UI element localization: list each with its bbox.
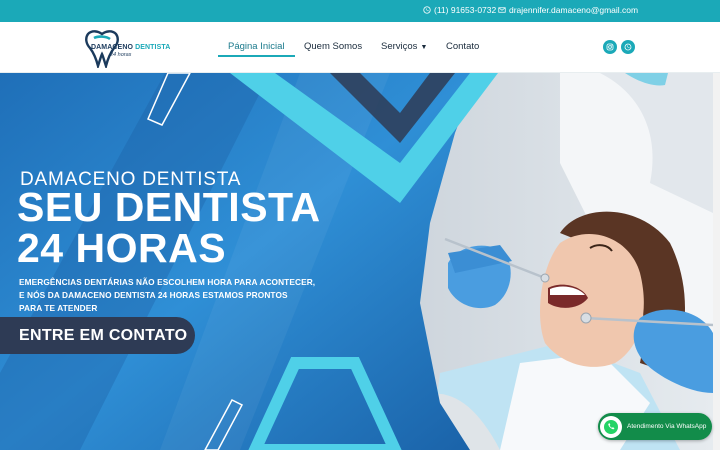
whatsapp-float-icon-wrap xyxy=(600,415,622,438)
nav-item-servicos-label: Serviços xyxy=(381,41,418,52)
nav-item-home[interactable]: Página Inicial xyxy=(228,41,285,52)
nav-active-underline xyxy=(218,55,295,57)
hero-desc-line2: E NÓS DA DAMACENO DENTISTA 24 HORAS ESTA… xyxy=(19,290,288,300)
whatsapp-float-button[interactable]: Atendimento Via WhatsApp xyxy=(598,413,712,440)
hero-description: EMERGÊNCIAS DENTÁRIAS NÃO ESCOLHEM HORA … xyxy=(19,276,349,315)
phone-text: (11) 91653-0732 xyxy=(434,5,497,15)
logo-name-part1: DAMACENO xyxy=(91,44,136,51)
instagram-button[interactable] xyxy=(603,40,617,54)
hero-desc-line3: PARA TE ATENDER xyxy=(19,303,98,313)
scrollbar[interactable] xyxy=(713,73,720,450)
logo-name-part2: DENTISTA xyxy=(135,44,171,51)
logo-name: DAMACENO DENTISTA xyxy=(91,44,170,51)
whatsapp-icon xyxy=(604,419,618,434)
top-bar: (11) 91653-0732 drajennifer.damaceno@gma… xyxy=(0,0,720,22)
nav-item-quem-somos[interactable]: Quem Somos xyxy=(304,41,362,52)
nav-item-servicos[interactable]: Serviços ▼ xyxy=(381,41,427,52)
whatsapp-float-label: Atendimento Via WhatsApp xyxy=(627,423,707,430)
contact-cta-button[interactable]: ENTRE EM CONTATO xyxy=(0,317,195,354)
instagram-icon xyxy=(606,43,614,51)
topbar-phone[interactable]: (11) 91653-0732 xyxy=(423,5,496,15)
envelope-icon xyxy=(498,7,506,13)
caret-down-icon: ▼ xyxy=(420,44,428,51)
logo[interactable]: DAMACENO DENTISTA 24 horas xyxy=(82,28,172,68)
whatsapp-icon xyxy=(624,43,632,51)
nav-item-contato[interactable]: Contato xyxy=(446,41,479,52)
whatsapp-button[interactable] xyxy=(621,40,635,54)
hero-desc-line1: EMERGÊNCIAS DENTÁRIAS NÃO ESCOLHEM HORA … xyxy=(19,277,316,287)
whatsapp-icon xyxy=(423,6,431,14)
logo-subtitle: 24 horas xyxy=(110,52,132,58)
hero-banner: DAMACENO DENTISTA SEU DENTISTA 24 HORAS … xyxy=(0,73,713,450)
site-header: DAMACENO DENTISTA 24 horas Página Inicia… xyxy=(0,22,720,73)
hero-title-line2: 24 HORAS xyxy=(17,225,227,271)
hero-title-line1: SEU DENTISTA xyxy=(17,184,321,230)
topbar-email[interactable]: drajennifer.damaceno@gmail.com xyxy=(498,5,638,15)
email-text: drajennifer.damaceno@gmail.com xyxy=(509,5,639,15)
